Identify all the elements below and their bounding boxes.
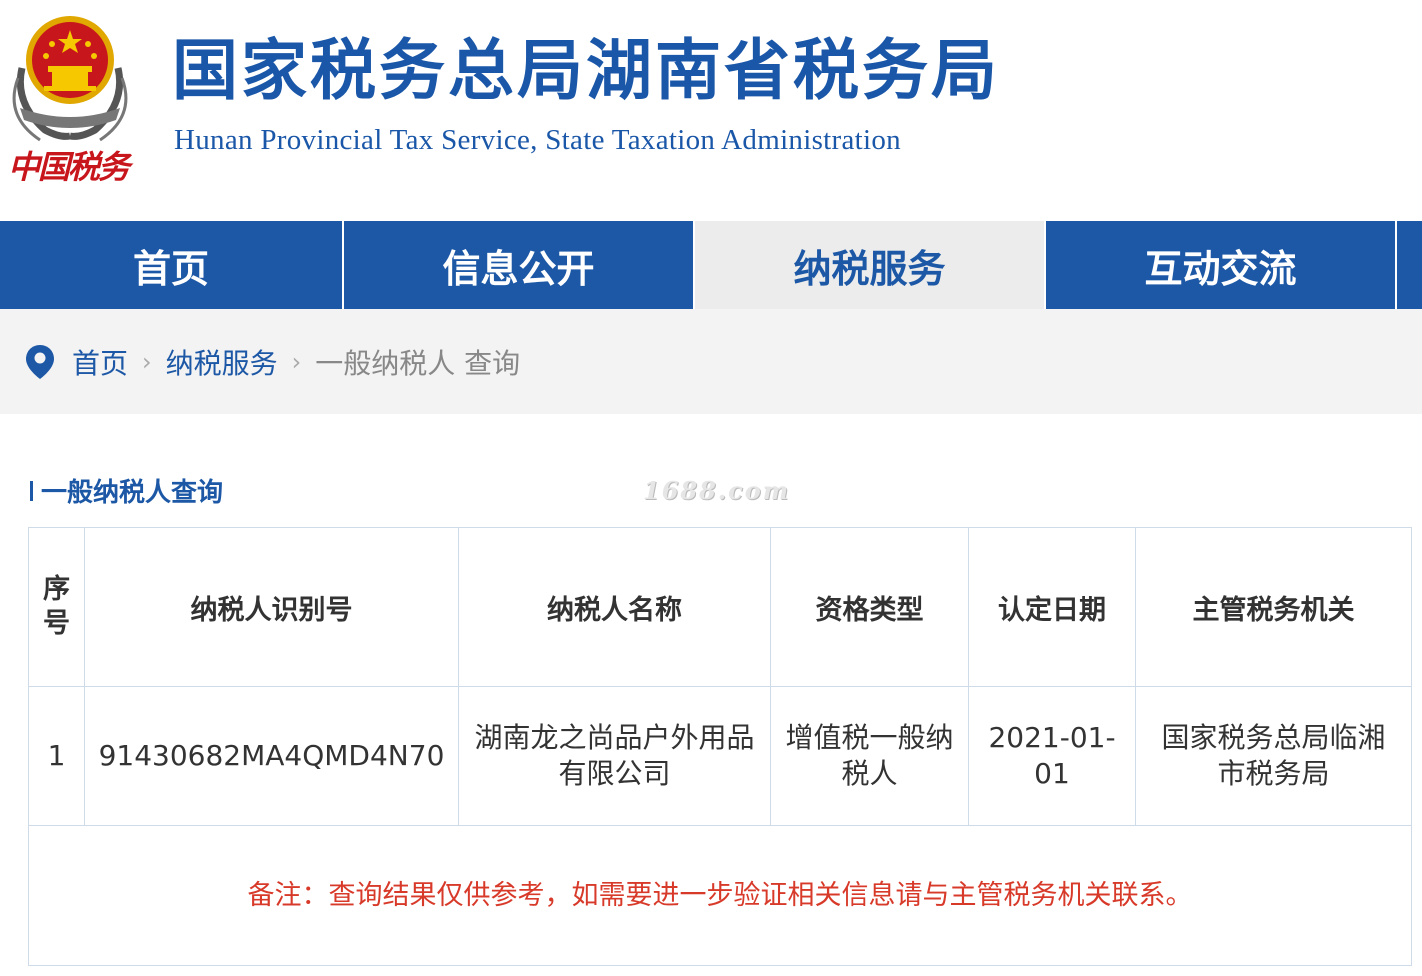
breadcrumb: 首页 › 纳税服务 › 一般纳税人 查询 <box>0 309 1422 414</box>
table-header-taxpayer-name: 纳税人名称 <box>458 527 771 687</box>
site-title: 国家税务总局湖南省税务局 <box>172 32 1000 109</box>
national-emblem-icon <box>12 16 128 142</box>
nav-item-tax-service[interactable]: 纳税服务 <box>695 221 1046 309</box>
cell-qualification-type: 增值税一般纳税人 <box>770 686 969 826</box>
chevron-right-icon: › <box>142 347 152 376</box>
cell-certification-date: 2021-01-01 <box>968 686 1136 826</box>
table-header-qualification-type: 资格类型 <box>770 527 969 687</box>
location-pin-icon <box>26 344 54 379</box>
site-header: 中国税务 国家税务总局湖南省税务局 Hunan Provincial Tax S… <box>0 0 1422 220</box>
cell-tax-authority: 国家税务总局临湘市税务局 <box>1135 686 1412 826</box>
main-nav: 首页 信息公开 纳税服务 互动交流 <box>0 221 1422 309</box>
table-row: 1 91430682MA4QMD4N70 湖南龙之尚品户外用品有限公司 增值税一… <box>28 686 1412 826</box>
breadcrumb-tax-service[interactable]: 纳税服务 <box>166 342 278 382</box>
table-note-row: 备注：查询结果仅供参考，如需要进一步验证相关信息请与主管税务机关联系。 <box>28 825 1412 966</box>
nav-item-home[interactable]: 首页 <box>0 221 344 309</box>
result-table: 序号 纳税人识别号 纳税人名称 资格类型 认定日期 主管税务机关 1 91430… <box>28 527 1412 966</box>
nav-item-info-disclosure[interactable]: 信息公开 <box>344 221 695 309</box>
chevron-right-icon: › <box>291 347 302 376</box>
section-title-bar <box>30 480 33 501</box>
table-header-tax-authority: 主管税务机关 <box>1135 527 1412 687</box>
cell-index: 1 <box>28 686 85 826</box>
nav-filler <box>1397 221 1422 309</box>
cell-taxpayer-name: 湖南龙之尚品户外用品有限公司 <box>458 686 771 826</box>
cell-tax-id: 91430682MA4QMD4N70 <box>84 686 459 826</box>
table-header-certification-date: 认定日期 <box>968 527 1136 687</box>
breadcrumb-home[interactable]: 首页 <box>72 342 128 382</box>
section-title: 一般纳税人查询 <box>30 472 223 509</box>
site-subtitle: Hunan Provincial Tax Service, State Taxa… <box>174 124 901 156</box>
section-title-text: 一般纳税人查询 <box>41 478 224 508</box>
table-header-index: 序号 <box>28 527 85 687</box>
china-tax-logo-text: 中国税务 <box>8 148 130 186</box>
table-header-row: 序号 纳税人识别号 纳税人名称 资格类型 认定日期 主管税务机关 <box>28 527 1412 687</box>
table-note: 备注：查询结果仅供参考，如需要进一步验证相关信息请与主管税务机关联系。 <box>28 825 1412 966</box>
watermark-text: 1688.com <box>643 476 791 505</box>
nav-item-interaction[interactable]: 互动交流 <box>1046 221 1397 309</box>
breadcrumb-current: 一般纳税人 查询 <box>315 346 521 380</box>
table-header-tax-id: 纳税人识别号 <box>84 527 459 687</box>
